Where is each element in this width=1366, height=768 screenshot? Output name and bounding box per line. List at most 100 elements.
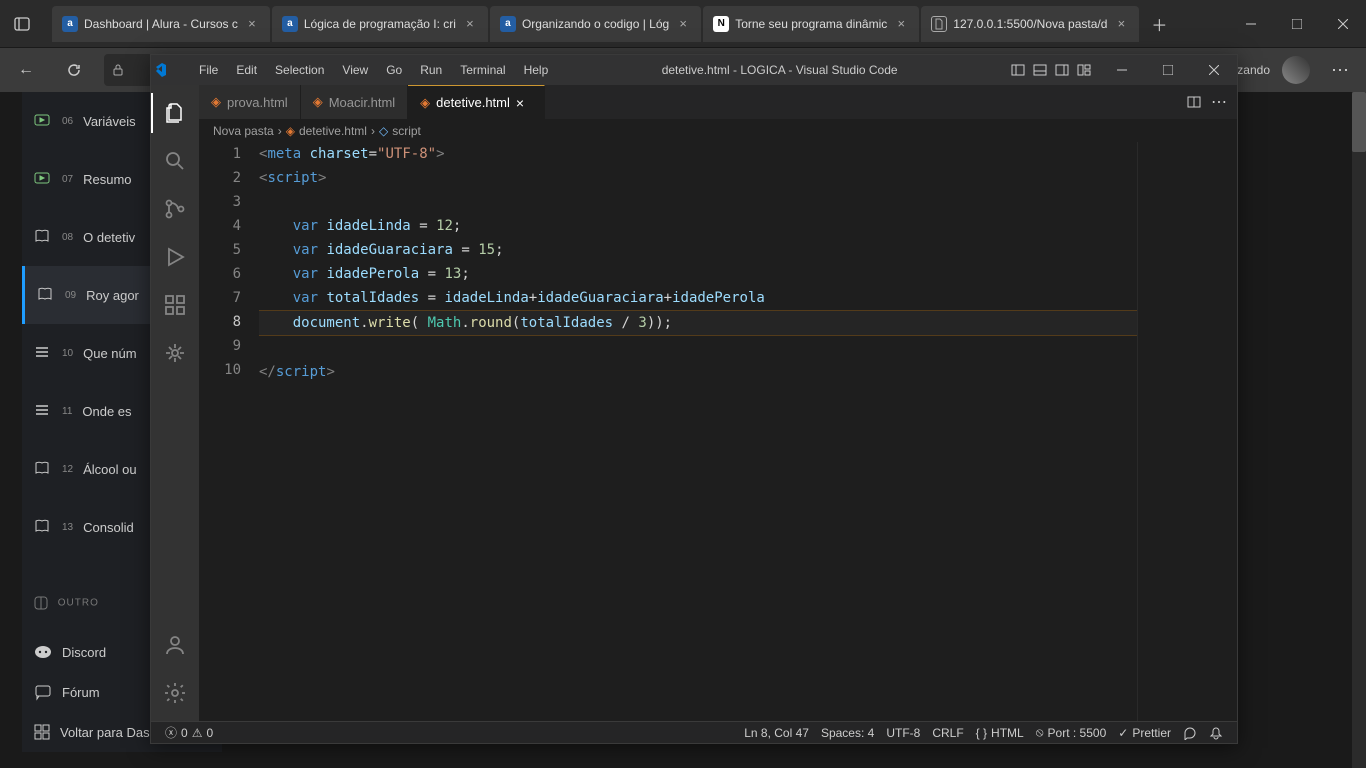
tab-label: Moacir.html: [329, 95, 395, 110]
code-icon: { }: [976, 726, 987, 740]
lock-icon: [112, 64, 132, 76]
explorer-icon[interactable]: [151, 93, 199, 133]
minimize-button[interactable]: [1228, 8, 1274, 40]
crumb-file[interactable]: detetive.html: [299, 124, 367, 138]
eol[interactable]: CRLF: [926, 726, 969, 740]
window-title: detetive.html - LOGICA - Visual Studio C…: [556, 63, 1003, 77]
maximize-button[interactable]: [1274, 8, 1320, 40]
discord-icon: [34, 643, 52, 661]
run-debug-icon[interactable]: [151, 237, 199, 277]
browser-tab[interactable]: a Organizando o codigo | Lóg ×: [490, 6, 701, 42]
tab-label: prova.html: [227, 95, 288, 110]
tab-favicon-icon: a: [62, 16, 78, 32]
vscode-logo-icon: [151, 62, 187, 78]
browser-tab-strip: a Dashboard | Alura - Cursos c × a Lógic…: [44, 0, 1228, 47]
menu-edit[interactable]: Edit: [228, 59, 265, 81]
profile-avatar[interactable]: [1282, 56, 1310, 84]
extensions-icon[interactable]: [151, 285, 199, 325]
tab-title: Torne seu programa dinâmic: [735, 17, 887, 31]
source-control-icon[interactable]: [151, 189, 199, 229]
editor-tab[interactable]: ◈ detetive.html ×: [408, 85, 545, 119]
item-number: 13: [62, 522, 73, 533]
refresh-button[interactable]: [56, 52, 92, 88]
encoding[interactable]: UTF-8: [880, 726, 926, 740]
language-mode[interactable]: { } HTML: [970, 726, 1030, 740]
more-actions-icon[interactable]: ⋯: [1211, 92, 1227, 112]
tab-sidebar-icon[interactable]: [4, 6, 40, 42]
editor-tab[interactable]: ◈ Moacir.html: [301, 85, 408, 119]
item-number: 07: [62, 174, 73, 185]
discord-label: Discord: [62, 645, 106, 660]
item-number: 06: [62, 116, 73, 127]
code-editor[interactable]: 12345678910 <meta charset="UTF-8"> <scri…: [199, 142, 1237, 721]
play-icon: [34, 170, 52, 188]
split-editor-icon[interactable]: [1187, 95, 1201, 109]
settings-gear-icon[interactable]: [151, 673, 199, 713]
close-window-button[interactable]: [1320, 8, 1366, 40]
search-icon[interactable]: [151, 141, 199, 181]
close-icon[interactable]: ×: [516, 95, 532, 111]
notifications-icon[interactable]: [1203, 726, 1229, 740]
book-icon: [34, 518, 52, 536]
vscode-window-controls: [1099, 55, 1237, 85]
feedback-icon[interactable]: [1177, 726, 1203, 740]
toggle-right-icon[interactable]: [1055, 63, 1069, 77]
item-label: Variáveis: [83, 114, 136, 129]
cursor-position[interactable]: Ln 8, Col 47: [738, 726, 815, 740]
maximize-button[interactable]: [1145, 55, 1191, 85]
crumb-symbol[interactable]: script: [392, 124, 421, 138]
browser-scrollbar[interactable]: [1352, 92, 1366, 768]
tab-favicon-icon: N: [713, 16, 729, 32]
live-server[interactable]: ⦸ Port : 5500: [1030, 725, 1113, 740]
vscode-window: File Edit Selection View Go Run Terminal…: [150, 54, 1238, 744]
symbol-icon: ◇: [379, 124, 388, 138]
close-icon[interactable]: ×: [244, 16, 260, 32]
code-content[interactable]: <meta charset="UTF-8"> <script> var idad…: [259, 142, 1137, 721]
tab-title: Organizando o codigo | Lóg: [522, 17, 669, 31]
gitlens-icon[interactable]: [151, 333, 199, 373]
menu-selection[interactable]: Selection: [267, 59, 332, 81]
vscode-titlebar[interactable]: File Edit Selection View Go Run Terminal…: [151, 55, 1237, 85]
menu-help[interactable]: Help: [516, 59, 557, 81]
editor-tab[interactable]: ◈ prova.html: [199, 85, 301, 119]
menu-terminal[interactable]: Terminal: [452, 59, 513, 81]
menu-view[interactable]: View: [334, 59, 376, 81]
menu-file[interactable]: File: [191, 59, 226, 81]
toggle-panel-icon[interactable]: [1033, 63, 1047, 77]
layout-customize-icon[interactable]: [1077, 63, 1091, 77]
layout-controls: [1003, 63, 1099, 77]
chat-icon: [34, 683, 52, 701]
close-icon[interactable]: ×: [462, 16, 478, 32]
close-icon[interactable]: ×: [675, 16, 691, 32]
chevron-right-icon: ›: [371, 124, 375, 138]
breadcrumb[interactable]: Nova pasta › ◈ detetive.html › ◇ script: [199, 120, 1237, 142]
menu-go[interactable]: Go: [378, 59, 410, 81]
indentation[interactable]: Spaces: 4: [815, 726, 880, 740]
menu-run[interactable]: Run: [412, 59, 450, 81]
item-label: Álcool ou: [83, 462, 136, 477]
close-icon[interactable]: ×: [1113, 16, 1129, 32]
problems-button[interactable]: ⓧ0 ⚠0: [159, 724, 219, 741]
browser-tab[interactable]: 127.0.0.1:5500/Nova pasta/d ×: [921, 6, 1139, 42]
error-icon: ⓧ: [165, 724, 177, 741]
new-tab-button[interactable]: ＋: [1141, 6, 1177, 42]
prettier-status[interactable]: ✓ Prettier: [1112, 726, 1177, 740]
tab-label: detetive.html: [436, 95, 510, 110]
crumb-folder[interactable]: Nova pasta: [213, 124, 274, 138]
browser-tab[interactable]: N Torne seu programa dinâmic ×: [703, 6, 919, 42]
warning-icon: ⚠: [192, 726, 203, 740]
more-menu-button[interactable]: ⋯: [1322, 60, 1358, 81]
browser-tab[interactable]: a Dashboard | Alura - Cursos c ×: [52, 6, 270, 42]
back-button[interactable]: ←: [8, 52, 44, 88]
browser-tab[interactable]: a Lógica de programação I: cri ×: [272, 6, 488, 42]
forum-label: Fórum: [62, 685, 100, 700]
minimap[interactable]: [1137, 142, 1237, 721]
close-button[interactable]: [1191, 55, 1237, 85]
minimize-button[interactable]: [1099, 55, 1145, 85]
scrollbar-thumb[interactable]: [1352, 92, 1366, 152]
tab-title: Lógica de programação I: cri: [304, 17, 456, 31]
toggle-sidebar-icon[interactable]: [1011, 63, 1025, 77]
item-label: Resumo: [83, 172, 131, 187]
close-icon[interactable]: ×: [893, 16, 909, 32]
account-icon[interactable]: [151, 625, 199, 665]
